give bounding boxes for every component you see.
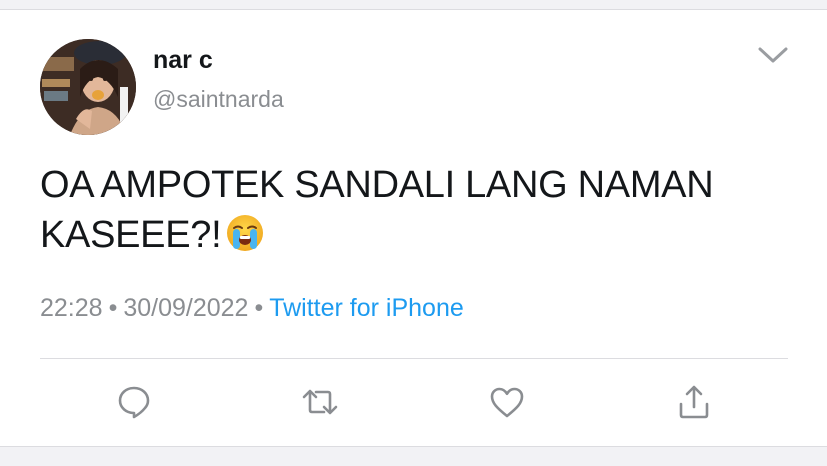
bottom-separator — [0, 446, 827, 466]
chevron-down-icon[interactable] — [756, 44, 790, 66]
display-name[interactable]: nar c — [153, 46, 213, 75]
tweet-text: OA AMPOTEK SANDALI LANG NAMAN KASEEE?! — [40, 160, 800, 260]
like-button[interactable] — [487, 384, 527, 424]
tweet-date: 30/09/2022 — [123, 294, 249, 322]
tweet-text-line-2-text: KASEEE?! — [40, 214, 222, 256]
loudly-crying-face-icon — [225, 213, 265, 253]
meta-separator: • — [108, 294, 118, 322]
tweet-card: nar c @saintnarda OA AMPOTEK SANDALI LAN… — [0, 10, 827, 446]
tweet-time: 22:28 — [40, 294, 103, 322]
reply-icon — [116, 384, 152, 425]
reply-button[interactable] — [114, 384, 154, 424]
meta-separator: • — [254, 294, 264, 322]
user-handle[interactable]: @saintnarda — [153, 86, 284, 113]
retweet-button[interactable] — [300, 384, 340, 424]
divider — [40, 358, 788, 359]
tweet-source-link[interactable]: Twitter for iPhone — [269, 294, 464, 322]
share-button[interactable] — [674, 384, 714, 424]
share-icon — [677, 384, 711, 425]
top-separator — [0, 0, 827, 10]
tweet-meta: 22:28 • 30/09/2022 • Twitter for iPhone — [40, 294, 464, 323]
avatar[interactable] — [40, 39, 136, 135]
retweet-icon — [301, 384, 339, 425]
tweet-text-line-2: KASEEE?! — [40, 210, 800, 260]
heart-icon — [489, 385, 525, 424]
tweet-text-line-1: OA AMPOTEK SANDALI LANG NAMAN — [40, 164, 714, 206]
